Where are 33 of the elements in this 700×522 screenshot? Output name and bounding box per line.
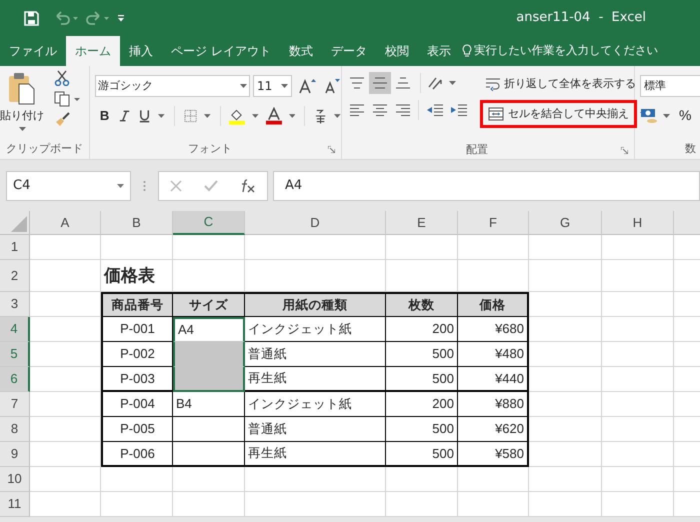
paper-type-cell: 普通紙 [245, 417, 386, 442]
paper-type-cell: インクジェット紙 [245, 392, 386, 417]
quantity-cell: 200 [386, 317, 458, 342]
group-label: クリップボード [6, 140, 83, 157]
paper-type-cell: 再生紙 [245, 367, 386, 392]
product-number-cell: P-005 [101, 417, 173, 442]
group-label: 数 [685, 140, 696, 157]
column-heading-cell: 用紙の種類 [245, 292, 386, 317]
column-heading-cell: 価格 [458, 292, 529, 317]
price-cell: ¥580 [458, 442, 529, 467]
price-cell: ¥680 [458, 317, 529, 342]
quantity-cell: 500 [386, 417, 458, 442]
window-title: anser11-04 - Excel [516, 9, 646, 28]
product-number-cell: P-006 [101, 442, 173, 467]
column-heading-cell: 枚数 [386, 292, 458, 317]
group-label: フォント [188, 140, 232, 157]
paper-type-cell: インクジェット紙 [245, 317, 386, 342]
group-label: 配置 [466, 142, 488, 158]
column-heading-cell: 商品番号 [101, 292, 173, 317]
quantity-cell: 200 [386, 392, 458, 417]
price-cell: ¥480 [458, 342, 529, 367]
price-cell: ¥440 [458, 367, 529, 392]
quantity-cell: 500 [386, 442, 458, 467]
price-cell: ¥620 [458, 417, 529, 442]
quantity-cell: 500 [386, 342, 458, 367]
paper-type-cell: 再生紙 [245, 442, 386, 467]
product-number-cell: P-004 [101, 392, 173, 417]
size-cell: B4 [173, 392, 245, 417]
quantity-cell: 500 [386, 367, 458, 392]
paper-type-cell: 普通紙 [245, 342, 386, 367]
product-number-cell: P-001 [101, 317, 173, 342]
price-cell: ¥880 [458, 392, 529, 417]
column-heading-cell: サイズ [173, 292, 245, 317]
